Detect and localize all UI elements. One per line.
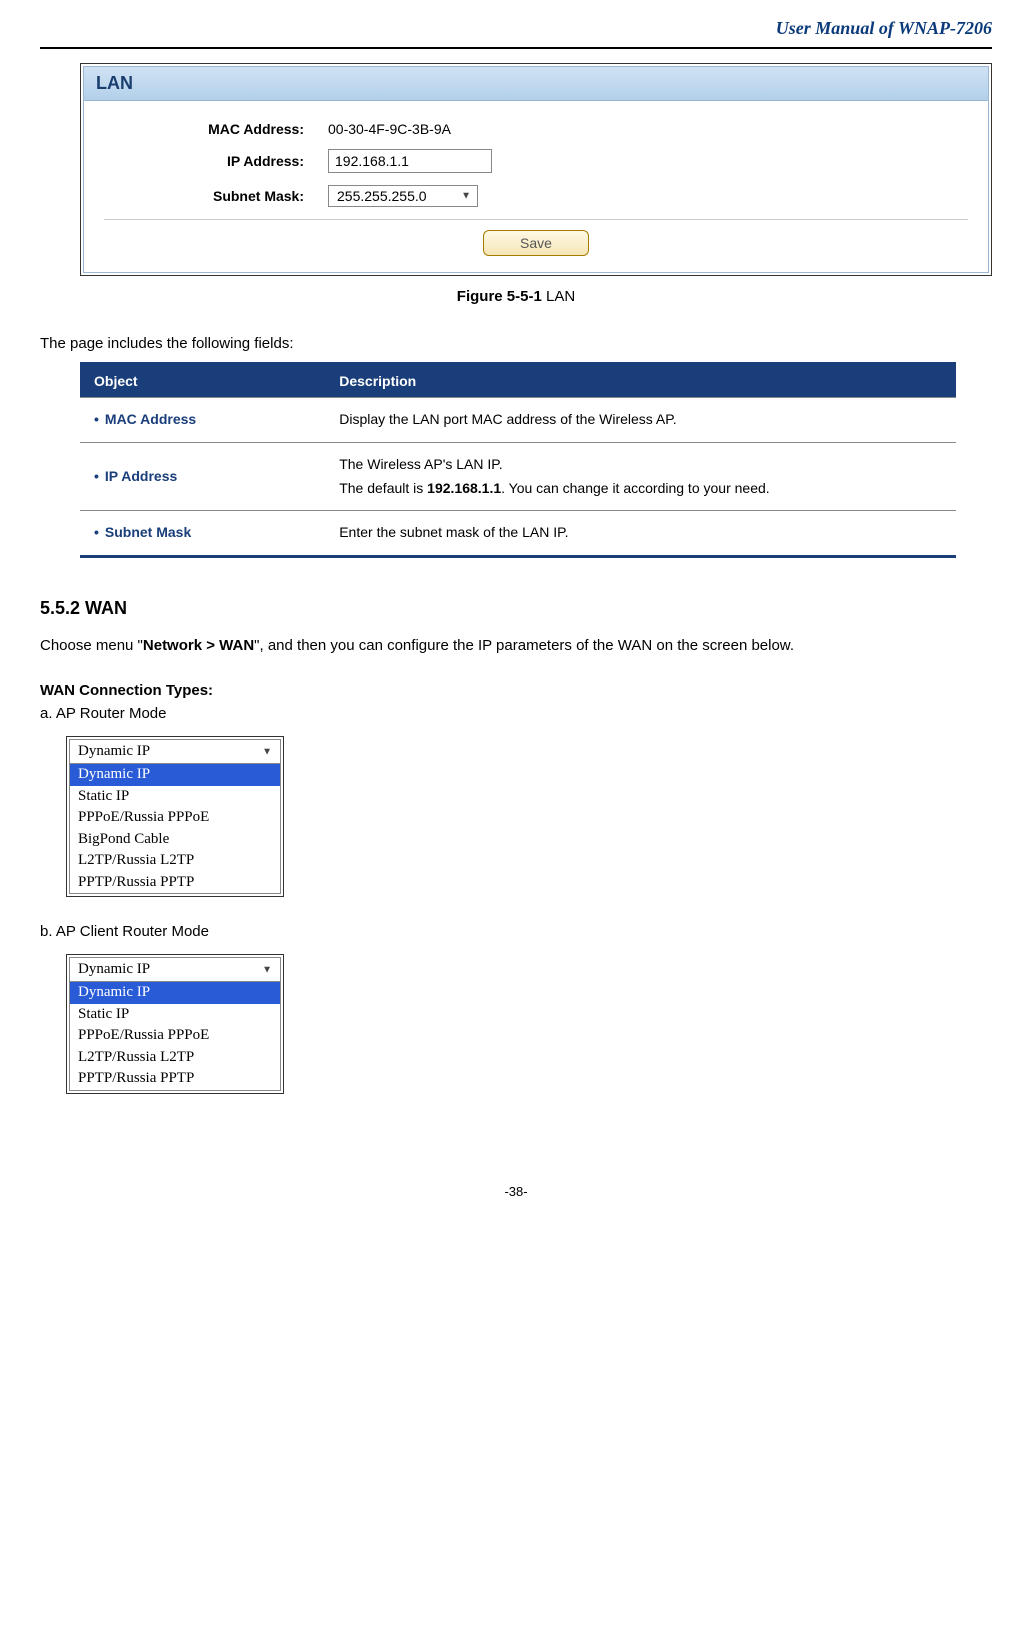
dropdown-a[interactable]: Dynamic IP Dynamic IP Static IP PPPoE/Ru… bbox=[69, 739, 281, 894]
dropdown-b[interactable]: Dynamic IP Dynamic IP Static IP PPPoE/Ru… bbox=[69, 957, 281, 1091]
wan-paragraph: Choose menu "Network > WAN", and then yo… bbox=[40, 629, 992, 662]
page-number: -38- bbox=[40, 1184, 992, 1199]
figure-number: Figure 5-5-1 bbox=[457, 288, 542, 305]
list-item-b: b. AP Client Router Mode bbox=[40, 923, 992, 940]
subnet-mask-label: Subnet Mask: bbox=[104, 188, 324, 204]
page-header: User Manual of WNAP-7206 bbox=[40, 10, 992, 49]
dropdown-b-option[interactable]: PPPoE/Russia PPPoE bbox=[70, 1025, 280, 1047]
intro-text: The page includes the following fields: bbox=[40, 335, 992, 352]
ip-address-label: IP Address: bbox=[104, 153, 324, 169]
save-button[interactable]: Save bbox=[483, 230, 589, 256]
dropdown-a-option[interactable]: PPTP/Russia PPTP bbox=[70, 872, 280, 894]
lan-body: MAC Address: 00-30-4F-9C-3B-9A IP Addres… bbox=[84, 101, 988, 272]
table-header-description: Description bbox=[325, 364, 956, 398]
object-name: IP Address bbox=[105, 468, 177, 484]
dropdown-a-selected[interactable]: Dynamic IP bbox=[70, 740, 280, 764]
table-row: • MAC Address Display the LAN port MAC ad… bbox=[80, 398, 956, 443]
lan-screenshot-frame: LAN MAC Address: 00-30-4F-9C-3B-9A IP Ad… bbox=[80, 63, 992, 276]
bullet-icon: • bbox=[94, 524, 99, 540]
dropdown-b-option[interactable]: Static IP bbox=[70, 1004, 280, 1026]
object-description: The Wireless AP's LAN IP.The default is … bbox=[325, 442, 956, 511]
bullet-icon: • bbox=[94, 468, 99, 484]
section-heading-wan: 5.5.2 WAN bbox=[40, 598, 992, 619]
table-row: • Subnet Mask Enter the subnet mask of th… bbox=[80, 511, 956, 557]
para-bold: Network > WAN bbox=[143, 637, 254, 654]
table-header-object: Object bbox=[80, 364, 325, 398]
dropdown-a-option[interactable]: L2TP/Russia L2TP bbox=[70, 850, 280, 872]
dropdown-a-option[interactable]: BigPond Cable bbox=[70, 829, 280, 851]
dropdown-b-option[interactable]: Dynamic IP bbox=[70, 982, 280, 1004]
object-name: MAC Address bbox=[105, 411, 196, 427]
object-description-table: Object Description • MAC Address Display … bbox=[80, 362, 956, 558]
table-row: • IP Address The Wireless AP's LAN IP.The… bbox=[80, 442, 956, 511]
bullet-icon: • bbox=[94, 411, 99, 427]
dropdown-b-selected[interactable]: Dynamic IP bbox=[70, 958, 280, 982]
dropdown-a-frame: Dynamic IP Dynamic IP Static IP PPPoE/Ru… bbox=[66, 736, 284, 897]
object-description: Display the LAN port MAC address of the … bbox=[325, 398, 956, 443]
object-description: Enter the subnet mask of the LAN IP. bbox=[325, 511, 956, 557]
dropdown-b-option[interactable]: PPTP/Russia PPTP bbox=[70, 1068, 280, 1090]
list-item-a: a. AP Router Mode bbox=[40, 705, 992, 722]
ip-address-input[interactable] bbox=[328, 149, 492, 173]
figure-caption: Figure 5-5-1 LAN bbox=[40, 288, 992, 305]
dropdown-b-frame: Dynamic IP Dynamic IP Static IP PPPoE/Ru… bbox=[66, 954, 284, 1094]
mac-address-value: 00-30-4F-9C-3B-9A bbox=[324, 121, 451, 137]
lan-panel: LAN MAC Address: 00-30-4F-9C-3B-9A IP Ad… bbox=[83, 66, 989, 273]
dropdown-a-option[interactable]: Static IP bbox=[70, 786, 280, 808]
para-post: ", and then you can configure the IP par… bbox=[254, 637, 794, 654]
mac-address-label: MAC Address: bbox=[104, 121, 324, 137]
object-name: Subnet Mask bbox=[105, 524, 191, 540]
dropdown-a-option[interactable]: PPPoE/Russia PPPoE bbox=[70, 807, 280, 829]
subnet-mask-value: 255.255.255.0 bbox=[337, 188, 427, 204]
lan-title: LAN bbox=[84, 67, 988, 101]
figure-text: LAN bbox=[542, 288, 575, 305]
wan-connection-types-heading: WAN Connection Types: bbox=[40, 682, 992, 699]
dropdown-b-option[interactable]: L2TP/Russia L2TP bbox=[70, 1047, 280, 1069]
para-pre: Choose menu " bbox=[40, 637, 143, 654]
subnet-mask-select[interactable]: 255.255.255.0 bbox=[328, 185, 478, 207]
dropdown-a-option[interactable]: Dynamic IP bbox=[70, 764, 280, 786]
